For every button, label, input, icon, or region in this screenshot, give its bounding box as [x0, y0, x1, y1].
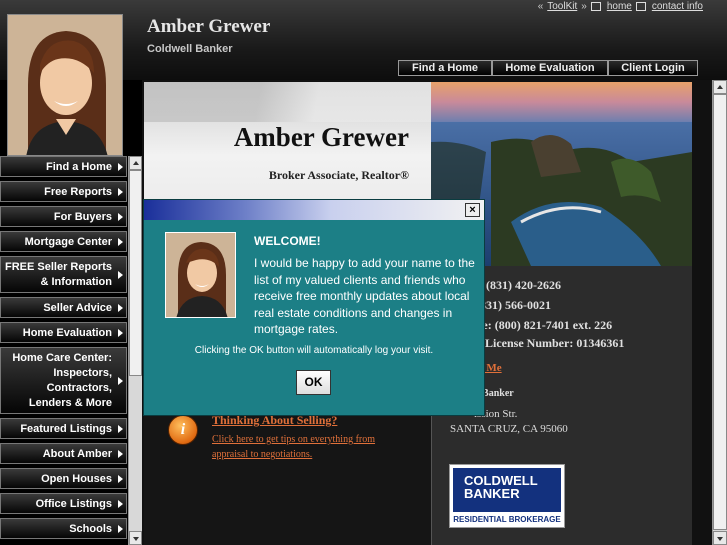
- sidebar-item-label: Home Care Center: Inspectors, Contractor…: [12, 352, 112, 409]
- contact-icon: [635, 2, 646, 11]
- sidebar-item-label: About Amber: [42, 448, 112, 460]
- sidebar-item-find-a-home[interactable]: Find a Home: [0, 156, 127, 177]
- arrow-down-icon: [133, 537, 139, 541]
- sidebar-item-label: Find a Home: [45, 161, 112, 173]
- dialog-agent-photo: [165, 232, 236, 318]
- sidebar-scroll-thumb[interactable]: [129, 170, 142, 376]
- dialog-body-text: I would be happy to add your name to the…: [254, 256, 475, 336]
- main-scroll-thumb[interactable]: [713, 94, 727, 530]
- sidebar-item-schools[interactable]: Schools: [0, 518, 127, 539]
- top-links: « ToolKit » home contact info: [538, 1, 703, 12]
- home-icon: [590, 2, 601, 11]
- topnav-home-evaluation[interactable]: Home Evaluation: [492, 60, 608, 76]
- home-link[interactable]: home: [607, 1, 632, 12]
- toolkit-suffix: »: [581, 1, 587, 12]
- chevron-right-icon: [118, 187, 123, 196]
- contact-phone-tollfree: ree: (800) 821-7401 ext. 226: [472, 318, 613, 332]
- arrow-down-icon: [717, 537, 723, 541]
- sidebar-scrollbar[interactable]: [128, 156, 142, 545]
- sidebar-item-label: Free Reports: [44, 186, 112, 198]
- toolkit-link[interactable]: ToolKit: [547, 1, 577, 12]
- banner-agent-name: Amber Grewer: [233, 122, 409, 152]
- contact-phone-cell: 831) 566-0021: [480, 298, 551, 312]
- chevron-right-icon: [118, 162, 123, 171]
- sidebar-item-label: FREE Seller Reports & Information: [5, 261, 112, 288]
- toolkit-prefix: «: [537, 1, 544, 12]
- sidebar-item-label: Schools: [69, 523, 112, 535]
- chevron-right-icon: [118, 237, 123, 246]
- sidebar: Find a Home Free Reports For Buyers Mort…: [0, 156, 128, 543]
- chevron-right-icon: [118, 449, 123, 458]
- sidebar-item-seller-advice[interactable]: Seller Advice: [0, 297, 127, 318]
- logo-wordmark: COLDWELL BANKER: [453, 468, 561, 512]
- main-scroll-up-button[interactable]: [713, 80, 727, 94]
- sidebar-item-label: Seller Advice: [43, 302, 112, 314]
- selling-tips-link[interactable]: Click here to get tips on everything fro…: [212, 432, 382, 462]
- topnav-find-a-home[interactable]: Find a Home: [398, 60, 492, 76]
- chevron-right-icon: [118, 328, 123, 337]
- chevron-right-icon: [118, 212, 123, 221]
- sidebar-scroll-up-button[interactable]: [129, 156, 142, 170]
- dialog-agent-photo-image: [166, 233, 235, 317]
- main-scrollbar[interactable]: [712, 80, 727, 545]
- sidebar-item-for-buyers[interactable]: For Buyers: [0, 206, 127, 227]
- main-scroll-down-button[interactable]: [713, 531, 727, 545]
- sidebar-item-office-listings[interactable]: Office Listings: [0, 493, 127, 514]
- chevron-right-icon: [118, 474, 123, 483]
- dialog-heading: WELCOME!: [254, 234, 321, 248]
- sidebar-item-label: Home Evaluation: [22, 327, 112, 339]
- dialog-titlebar[interactable]: ×: [144, 200, 484, 220]
- sidebar-item-label: Mortgage Center: [24, 236, 112, 248]
- sidebar-item-featured-listings[interactable]: Featured Listings: [0, 418, 127, 439]
- arrow-up-icon: [717, 85, 723, 89]
- contact-license: E License Number: 01346361: [474, 336, 625, 350]
- sidebar-item-open-houses[interactable]: Open Houses: [0, 468, 127, 489]
- header: Amber Grewer Coldwell Banker « ToolKit »…: [0, 0, 727, 156]
- arrow-up-icon: [133, 161, 139, 165]
- dialog-note: Clicking the OK button will automaticall…: [194, 345, 434, 356]
- chevron-right-icon: [118, 270, 123, 279]
- agent-photo-image: [8, 15, 122, 155]
- sidebar-item-about-amber[interactable]: About Amber: [0, 443, 127, 464]
- ok-button[interactable]: OK: [296, 370, 331, 395]
- sidebar-item-free-reports[interactable]: Free Reports: [0, 181, 127, 202]
- sidebar-scroll-down-button[interactable]: [129, 531, 142, 545]
- contact-city: SANTA CRUZ, CA 95060: [450, 423, 568, 435]
- sidebar-item-free-seller-reports[interactable]: FREE Seller Reports & Information: [0, 256, 127, 293]
- info-icon: i: [168, 415, 198, 445]
- chevron-right-icon: [118, 303, 123, 312]
- sidebar-item-label: Open Houses: [41, 473, 112, 485]
- close-icon[interactable]: ×: [465, 203, 480, 217]
- chevron-right-icon: [118, 499, 123, 508]
- contact-info-link[interactable]: contact info: [652, 1, 703, 12]
- chevron-right-icon: [118, 524, 123, 533]
- contact-phone-office: (831) 420-2626: [486, 278, 561, 292]
- coldwell-banker-logo[interactable]: COLDWELL BANKER RESIDENTIAL BROKERAGE: [449, 464, 565, 528]
- logo-line2: BANKER: [464, 486, 520, 501]
- welcome-dialog: × WELCOME! I would be happy to add your …: [143, 199, 485, 416]
- agent-photo: [7, 14, 123, 156]
- sidebar-item-home-evaluation[interactable]: Home Evaluation: [0, 322, 127, 343]
- sidebar-item-label: Office Listings: [35, 498, 112, 510]
- chevron-right-icon: [118, 424, 123, 433]
- banner-agent-title: Broker Associate, Realtor®: [268, 168, 409, 182]
- header-company: Coldwell Banker: [147, 43, 233, 55]
- sidebar-item-home-care-center[interactable]: Home Care Center: Inspectors, Contractor…: [0, 347, 127, 414]
- sidebar-item-label: Featured Listings: [20, 423, 112, 435]
- topnav-client-login[interactable]: Client Login: [608, 60, 698, 76]
- chevron-right-icon: [118, 376, 123, 385]
- logo-subtitle: RESIDENTIAL BROKERAGE: [453, 515, 561, 524]
- sidebar-item-label: For Buyers: [53, 211, 112, 223]
- header-agent-name: Amber Grewer: [147, 16, 271, 37]
- top-nav: Find a Home Home Evaluation Client Login: [398, 60, 698, 76]
- sidebar-item-mortgage-center[interactable]: Mortgage Center: [0, 231, 127, 252]
